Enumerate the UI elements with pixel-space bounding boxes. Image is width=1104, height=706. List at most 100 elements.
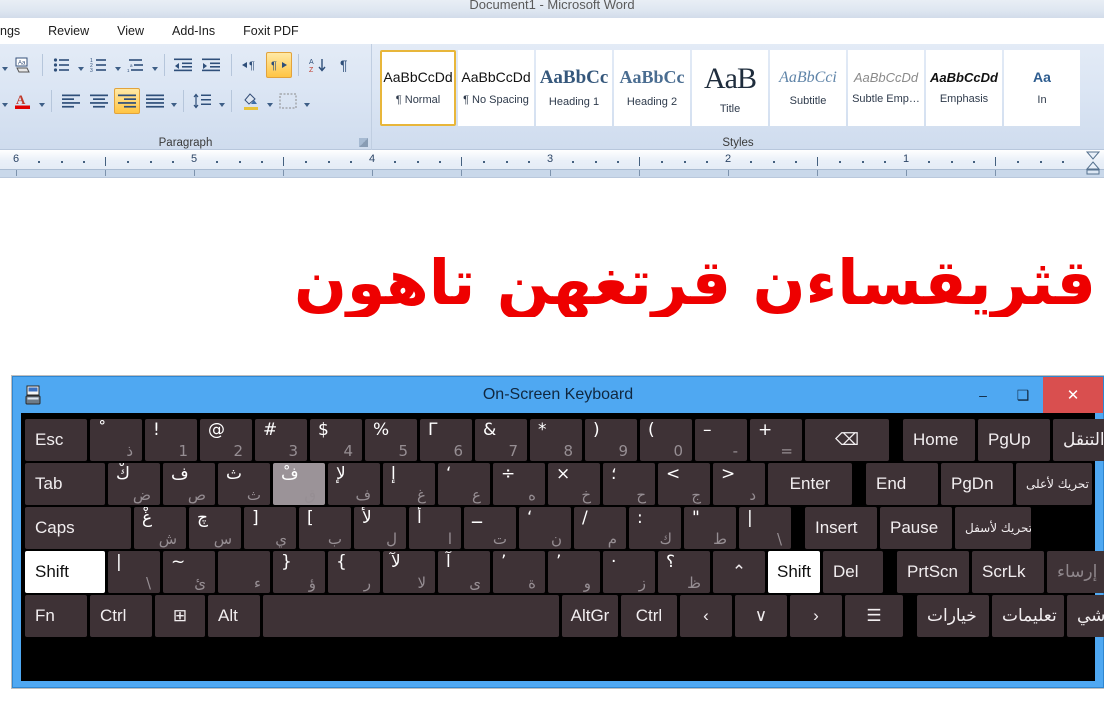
key-arrow-left[interactable]: ‹ xyxy=(680,595,732,637)
key-options-ar[interactable]: خيارات xyxy=(917,595,989,637)
key-key-pipe[interactable]: | \ xyxy=(108,551,160,593)
key-minus[interactable]: – - xyxy=(695,419,747,461)
key-move-down-ar[interactable]: تحريك لأسفل xyxy=(955,507,1031,549)
bullets-icon[interactable] xyxy=(49,52,75,78)
key-shift-right[interactable]: Shift xyxy=(768,551,820,593)
ruler-tab-stop[interactable] xyxy=(550,170,551,176)
style-tile-in[interactable]: Aa In xyxy=(1004,50,1080,126)
document-text[interactable]: قثريقساءن قرتغهن تاهون xyxy=(6,249,1096,317)
borders-caret[interactable] xyxy=(302,88,311,114)
key-key-waw-h[interactable]: } ؤ xyxy=(273,551,325,593)
key-navigation-ar[interactable]: التنقل xyxy=(1053,419,1104,461)
key-key-dad[interactable]: كْ ض xyxy=(108,463,160,505)
key-key-seen[interactable]: چس xyxy=(189,507,241,549)
key-esc[interactable]: Esc xyxy=(25,419,87,461)
key-key-kaf[interactable]: :ك xyxy=(629,507,681,549)
underline-caret[interactable] xyxy=(0,88,9,114)
style-tile-no-spacing[interactable]: AaBbCcDd ¶ No Spacing xyxy=(458,50,534,126)
key-key-backslash[interactable]: | \ xyxy=(739,507,791,549)
key-key-ta[interactable]: ــ ت xyxy=(464,507,516,549)
key-key-waw[interactable]: ’ و xyxy=(548,551,600,593)
key-key-sad[interactable]: فص xyxy=(163,463,215,505)
maximize-button[interactable]: ❑ xyxy=(1003,377,1043,413)
align-left-icon[interactable] xyxy=(58,88,84,114)
shading-caret[interactable] xyxy=(265,88,274,114)
styles-gallery[interactable]: AaBbCcDd ¶ Normal AaBbCcDd ¶ No Spacing AaBb… xyxy=(380,50,1082,126)
key-key-meem[interactable]: / م xyxy=(574,507,626,549)
ruler-tab-stop[interactable] xyxy=(16,170,17,176)
shading-icon[interactable] xyxy=(238,88,264,114)
key-key-hamza[interactable]: ء xyxy=(218,551,270,593)
key-key-qaf[interactable]: فْ ق xyxy=(273,463,325,505)
key-key-dal[interactable]: > د xyxy=(713,463,765,505)
align-right-icon[interactable] xyxy=(114,88,140,114)
bullets-caret[interactable] xyxy=(76,52,85,78)
font-color-dropdown-caret[interactable] xyxy=(37,88,46,114)
key-pgup[interactable]: PgUp xyxy=(978,419,1050,461)
style-tile-normal[interactable]: AaBbCcDd ¶ Normal xyxy=(380,50,456,126)
key-key-kha[interactable]: × خ xyxy=(548,463,600,505)
key-insert[interactable]: Insert xyxy=(805,507,877,549)
key-backspace[interactable]: ⌫ xyxy=(805,419,889,461)
ribbon-tab-view[interactable]: View xyxy=(103,20,158,42)
key-key-jeem[interactable]: < ج xyxy=(658,463,710,505)
key-shift-up-arrow[interactable]: ⌃ xyxy=(713,551,765,593)
sort-icon[interactable]: A Z xyxy=(305,52,331,78)
numbering-caret[interactable] xyxy=(113,52,122,78)
style-tile-title[interactable]: AaB Title xyxy=(692,50,768,126)
ribbon-tab-addins[interactable]: Add-Ins xyxy=(158,20,229,42)
show-formatting-marks-icon[interactable]: ¶ xyxy=(333,52,359,78)
key-key-ha[interactable]: ÷ ه xyxy=(493,463,545,505)
decrease-indent-icon[interactable] xyxy=(171,52,197,78)
style-tile-emphasis[interactable]: AaBbCcDd Emphasis xyxy=(926,50,1002,126)
key-shift-left[interactable]: Shift xyxy=(25,551,105,593)
key-key-ya[interactable]: ] ي xyxy=(244,507,296,549)
key-equals[interactable]: + = xyxy=(750,419,802,461)
key-tab[interactable]: Tab xyxy=(25,463,105,505)
key-key-lam[interactable]: لأ ل xyxy=(354,507,406,549)
ruler-tab-stop[interactable] xyxy=(639,170,640,176)
ribbon-tab-review[interactable]: Review xyxy=(34,20,103,42)
key-key-noon[interactable]: ‘ن xyxy=(519,507,571,549)
line-spacing-icon[interactable] xyxy=(190,88,216,114)
osk-key-area[interactable]: Escْذ!1@2#3$4%5Γ6&7*8)9(0–-+=⌫HomePgUpال… xyxy=(21,413,1104,681)
key-caps[interactable]: Caps xyxy=(25,507,131,549)
key-digit-3[interactable]: #3 xyxy=(255,419,307,461)
ruler-tab-stop[interactable] xyxy=(461,170,462,176)
multilevel-list-icon[interactable]: a 1 xyxy=(123,52,149,78)
ribbon-tab-foxitpdf[interactable]: Foxit PDF xyxy=(229,20,313,42)
ruler-tab-stop[interactable] xyxy=(283,170,284,176)
align-center-icon[interactable] xyxy=(86,88,112,114)
key-ctrl-right[interactable]: Ctrl xyxy=(621,595,677,637)
minimize-button[interactable]: – xyxy=(963,377,1003,413)
key-digit-2[interactable]: @2 xyxy=(200,419,252,461)
key-menu-key[interactable]: ☰ xyxy=(845,595,903,637)
font-color-more-caret[interactable] xyxy=(0,52,9,78)
osk-window-buttons[interactable]: – ❑ ✕ xyxy=(963,377,1103,413)
key-digit-1[interactable]: ! 1 xyxy=(145,419,197,461)
key-digit-9[interactable]: ) 9 xyxy=(585,419,637,461)
numbering-icon[interactable]: 1 2 3 xyxy=(86,52,112,78)
key-pgdn[interactable]: PgDn xyxy=(941,463,1013,505)
key-end[interactable]: End xyxy=(866,463,938,505)
key-digit-6[interactable]: Γ6 xyxy=(420,419,472,461)
ruler-tab-stop[interactable] xyxy=(194,170,195,176)
key-key-alef[interactable]: أا xyxy=(409,507,461,549)
clear-formatting-icon[interactable]: Aa xyxy=(10,52,36,78)
key-digit-5[interactable]: % 5 xyxy=(365,419,417,461)
key-arrow-right[interactable]: › xyxy=(790,595,842,637)
ruler-tab-stop[interactable] xyxy=(372,170,373,176)
key-del[interactable]: Del xyxy=(823,551,883,593)
ruler-tab-stop[interactable] xyxy=(728,170,729,176)
key-digit-7[interactable]: & 7 xyxy=(475,419,527,461)
style-tile-heading-1[interactable]: AaBbCс Heading 1 xyxy=(536,50,612,126)
osk-titlebar[interactable]: On-Screen Keyboard – ❑ ✕ xyxy=(13,377,1103,413)
key-digit-0[interactable]: (0 xyxy=(640,419,692,461)
key-key-zain[interactable]: · ز xyxy=(603,551,655,593)
key-key-fa[interactable]: لإ ف xyxy=(328,463,380,505)
ribbon-tabs[interactable]: ngs Review View Add-Ins Foxit PDF xyxy=(0,18,1104,44)
key-prtscn[interactable]: PrtScn xyxy=(897,551,969,593)
line-spacing-caret[interactable] xyxy=(217,88,226,114)
key-pause[interactable]: Pause xyxy=(880,507,952,549)
key-move-up-ar[interactable]: تحريك لأعلى xyxy=(1016,463,1092,505)
